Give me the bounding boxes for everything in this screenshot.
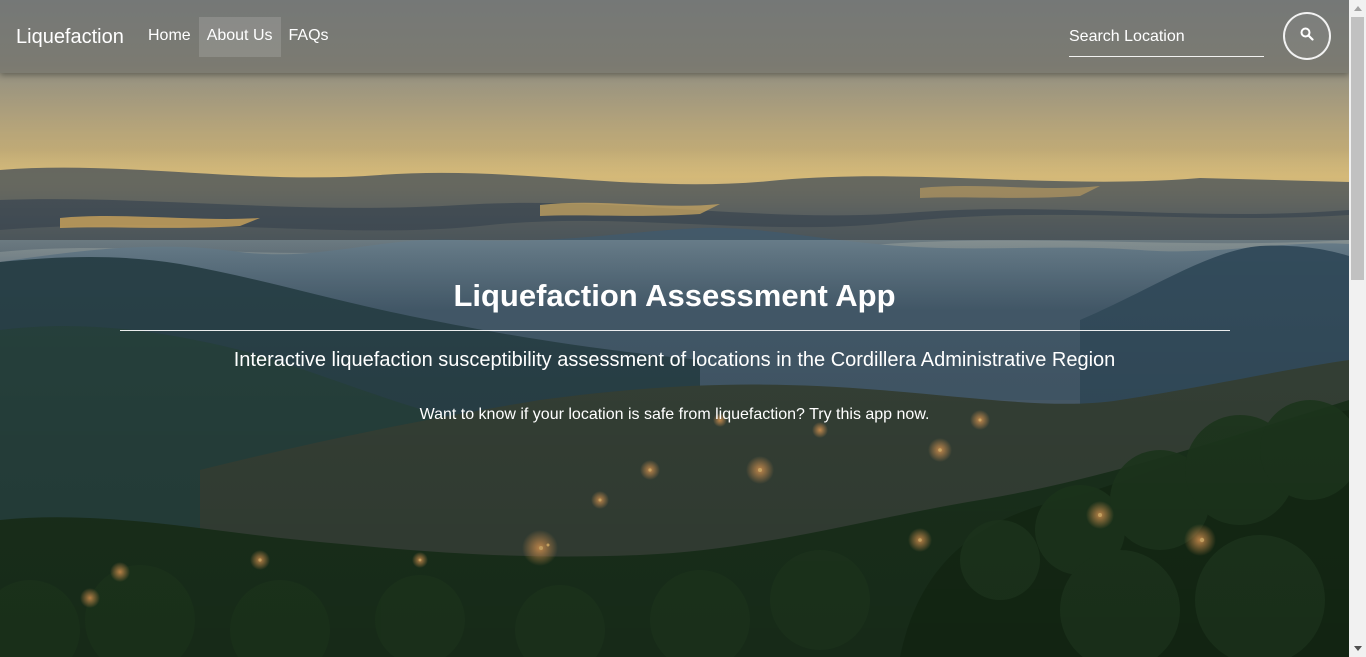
hero-title: Liquefaction Assessment App [453,278,896,313]
scroll-down-arrow-icon[interactable] [1349,640,1366,657]
vertical-scrollbar[interactable] [1349,0,1366,657]
search-icon [1300,27,1314,46]
nav-link-home[interactable]: Home [140,17,199,57]
brand-logo-link[interactable]: Liquefaction [16,25,124,49]
nav-link-faqs[interactable]: FAQs [281,17,337,57]
search-button[interactable] [1283,12,1331,60]
search-field-wrapper [1069,20,1264,57]
hero-call-to-action: Want to know if your location is safe fr… [419,406,930,423]
hero-divider [120,330,1230,331]
scrollbar-thumb[interactable] [1351,17,1364,280]
hero-background-image [0,0,1349,657]
hero-subtitle: Interactive liquefaction susceptibility … [233,349,1116,371]
scroll-up-arrow-icon[interactable] [1349,0,1366,17]
search-location-input[interactable] [1069,20,1264,54]
nav-link-about-us[interactable]: About Us [198,17,281,57]
page: Liquefaction Home About Us FAQs Liquefac… [0,0,1366,657]
navbar: Liquefaction Home About Us FAQs [0,0,1349,73]
nav-links: Home About Us FAQs [140,17,337,57]
